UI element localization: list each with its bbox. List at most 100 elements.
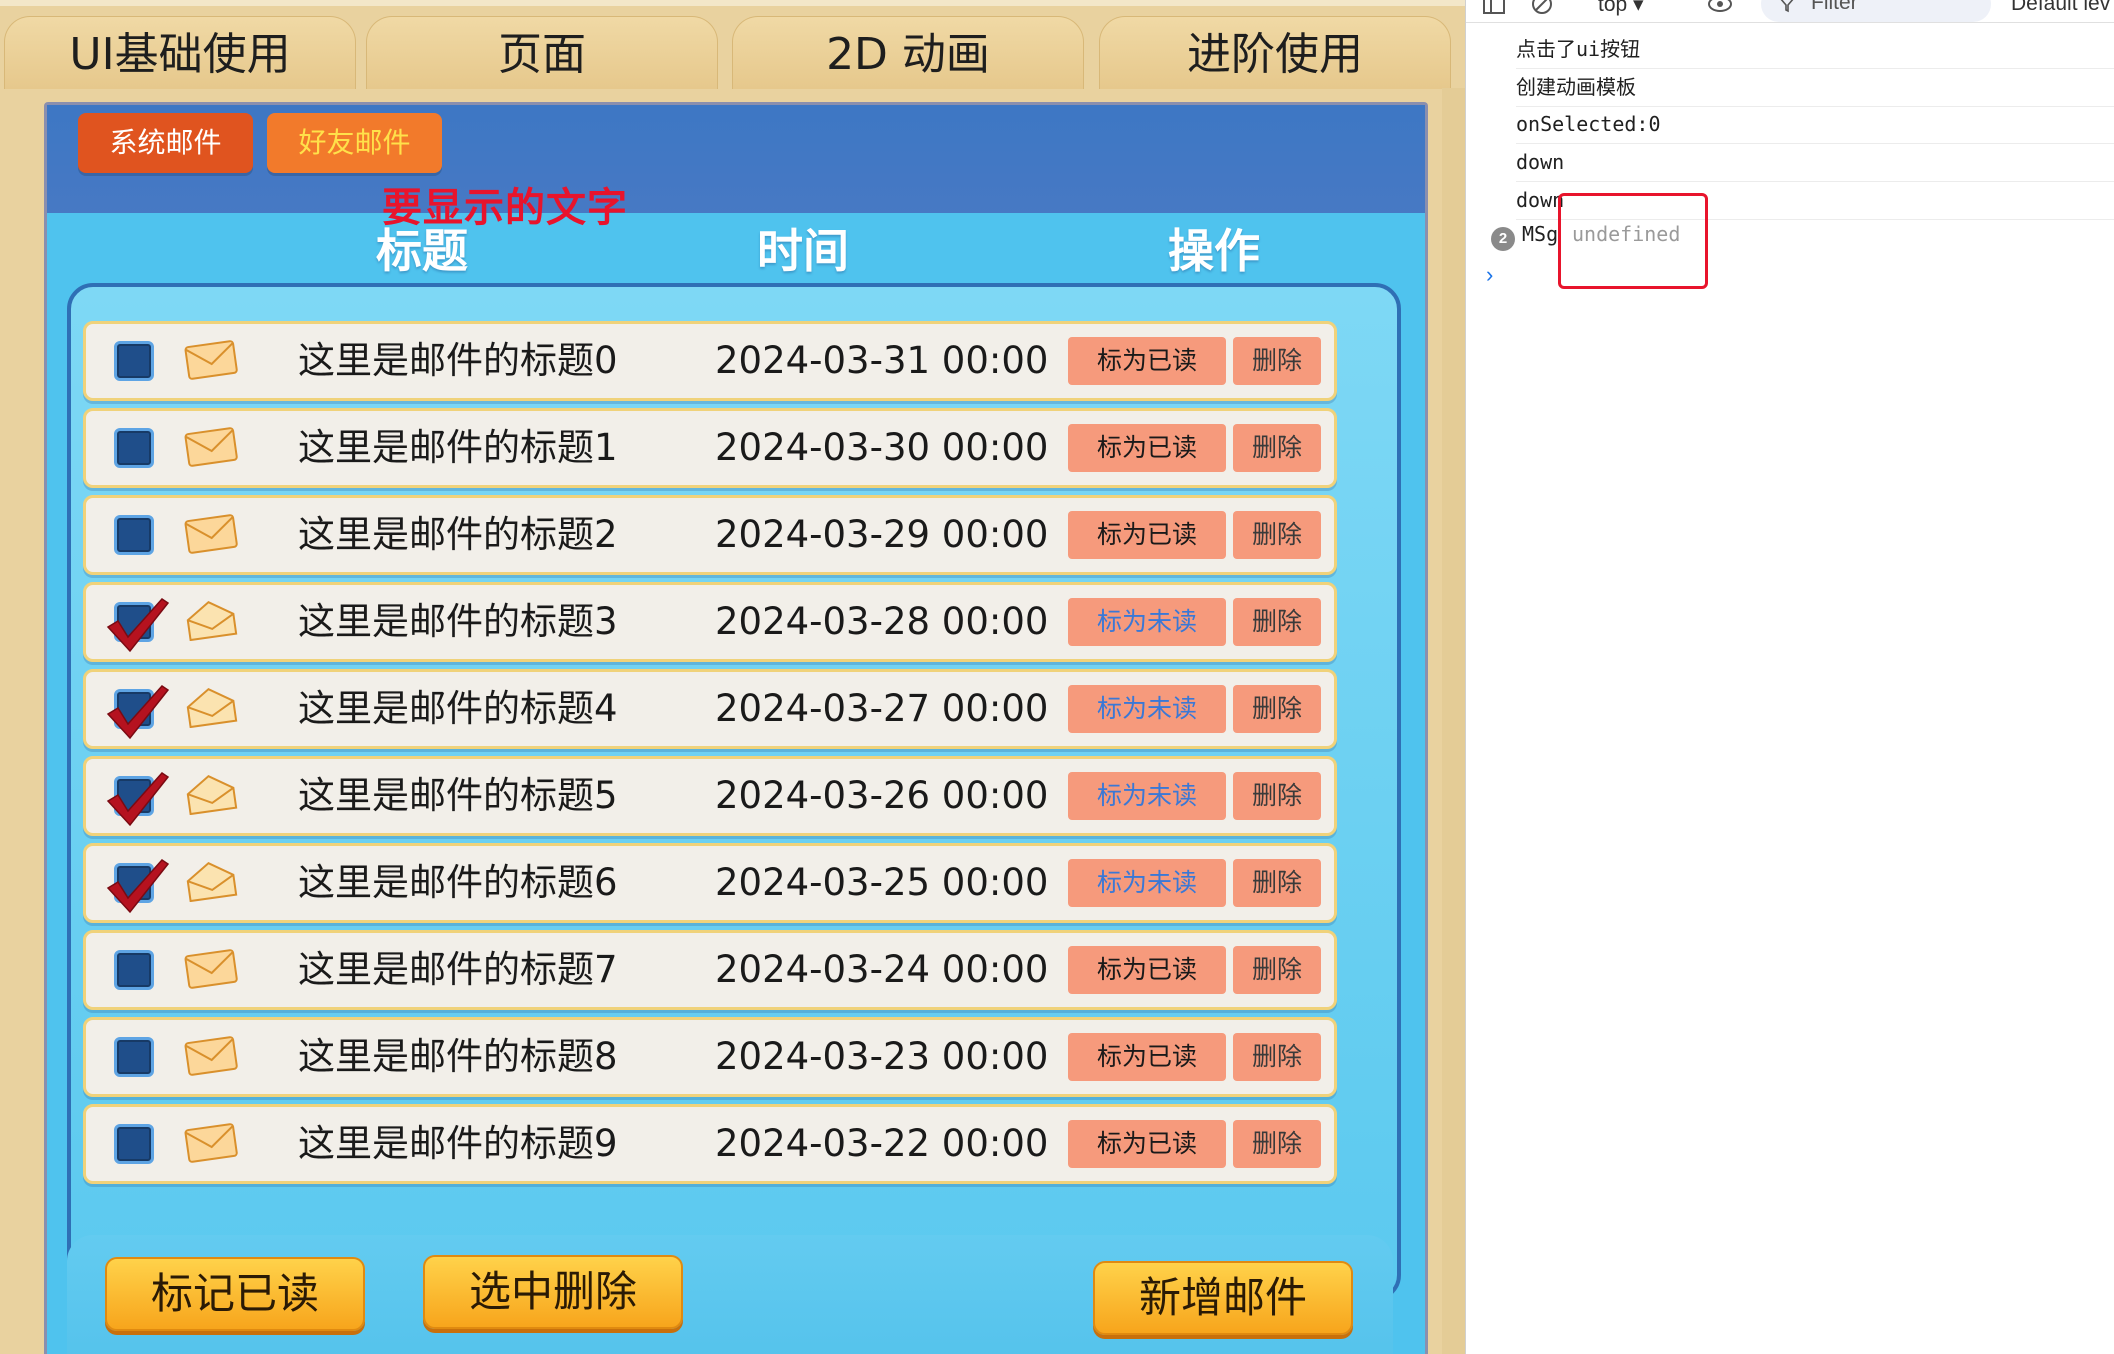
mark-unread-button[interactable]: 标为未读 [1068, 598, 1226, 646]
tab-pages[interactable]: 页面 [366, 16, 718, 89]
envelope-open-icon [186, 687, 238, 728]
mark-read-row-button[interactable]: 标为已读 [1068, 511, 1226, 559]
tab-advanced[interactable]: 进阶使用 [1099, 16, 1451, 89]
friend-mail-tab[interactable]: 好友邮件 [267, 113, 442, 173]
context-selector[interactable]: top ▾ [1598, 0, 1644, 17]
panel-side-frame [1442, 88, 1465, 1354]
mail-row[interactable]: 这里是邮件的标题7 2024-03-24 00:00 标为已读 删除 [83, 930, 1337, 1010]
highlight-annotation-box [1558, 193, 1708, 289]
mail-checkbox[interactable] [114, 515, 154, 555]
mail-title: 这里是邮件的标题1 [298, 426, 618, 469]
mail-row[interactable]: 这里是邮件的标题2 2024-03-29 00:00 标为已读 删除 [83, 495, 1337, 575]
delete-row-button[interactable]: 删除 [1233, 511, 1321, 559]
delete-row-button[interactable]: 删除 [1233, 685, 1321, 733]
mark-unread-button[interactable]: 标为未读 [1068, 772, 1226, 820]
delete-row-button[interactable]: 删除 [1233, 1120, 1321, 1168]
envelope-icon [184, 427, 238, 467]
mark-read-button[interactable]: 标记已读 [105, 1257, 365, 1331]
console-log-line: 点击了ui按钮 [1516, 31, 2114, 69]
mail-time: 2024-03-28 00:00 [715, 600, 1049, 643]
delete-row-button[interactable]: 删除 [1233, 598, 1321, 646]
mail-title: 这里是邮件的标题4 [298, 687, 618, 730]
repeat-count-badge: 2 [1491, 227, 1515, 251]
delete-row-button[interactable]: 删除 [1233, 1033, 1321, 1081]
mail-time: 2024-03-22 00:00 [715, 1122, 1049, 1165]
column-header-action: 操作 [1168, 224, 1260, 278]
mail-row[interactable]: 这里是邮件的标题5 2024-03-26 00:00 标为未读 删除 [83, 756, 1337, 836]
mark-read-row-button[interactable]: 标为已读 [1068, 946, 1226, 994]
delete-row-button[interactable]: 删除 [1233, 859, 1321, 907]
new-mail-button[interactable]: 新增邮件 [1093, 1261, 1353, 1335]
mail-row[interactable]: 这里是邮件的标题9 2024-03-22 00:00 标为已读 删除 [83, 1104, 1337, 1184]
mail-row[interactable]: 这里是邮件的标题1 2024-03-30 00:00 标为已读 删除 [83, 408, 1337, 488]
mail-title: 这里是邮件的标题3 [298, 600, 618, 643]
console-log-line: onSelected:0 [1516, 106, 2114, 144]
delete-row-button[interactable]: 删除 [1233, 337, 1321, 385]
delete-row-button[interactable]: 删除 [1233, 772, 1321, 820]
delete-row-button[interactable]: 删除 [1233, 946, 1321, 994]
mail-checkbox[interactable] [114, 602, 154, 642]
log-levels-dropdown[interactable]: Default lev [2011, 0, 2110, 16]
console-prompt-icon[interactable]: › [1486, 262, 1493, 288]
tab-ui-basics[interactable]: UI基础使用 [4, 16, 356, 89]
mail-title: 这里是邮件的标题2 [298, 513, 618, 556]
mail-time: 2024-03-25 00:00 [715, 861, 1049, 904]
eye-icon[interactable] [1706, 0, 1734, 18]
mail-panel-header: 系统邮件 好友邮件 [47, 105, 1425, 213]
envelope-icon [184, 340, 238, 380]
mark-unread-button[interactable]: 标为未读 [1068, 685, 1226, 733]
game-canvas: UI基础使用 页面 2D 动画 进阶使用 系统邮件 好友邮件 标题 时间 操作 … [0, 0, 1465, 1354]
mail-time: 2024-03-27 00:00 [715, 687, 1049, 730]
mail-checkbox[interactable] [114, 689, 154, 729]
delete-selected-button[interactable]: 选中删除 [423, 1255, 683, 1329]
mark-unread-button[interactable]: 标为未读 [1068, 859, 1226, 907]
devtools-console: top ▾ Filter Default lev 点击了ui按钮 创建动画模板 … [1465, 0, 2114, 1354]
envelope-icon [184, 949, 238, 989]
mail-title: 这里是邮件的标题8 [298, 1035, 618, 1078]
mail-row[interactable]: 这里是邮件的标题3 2024-03-28 00:00 标为未读 删除 [83, 582, 1337, 662]
mail-title: 这里是邮件的标题6 [298, 861, 618, 904]
delete-row-button[interactable]: 删除 [1233, 424, 1321, 472]
envelope-open-icon [186, 774, 238, 815]
sidebar-toggle-icon[interactable] [1480, 0, 1508, 18]
envelope-icon [184, 514, 238, 554]
top-tab-bar: UI基础使用 页面 2D 动画 进阶使用 [0, 0, 1465, 89]
mail-title: 这里是邮件的标题7 [298, 948, 618, 991]
mail-checkbox[interactable] [114, 1124, 154, 1164]
clear-console-icon[interactable] [1528, 0, 1556, 18]
mark-read-row-button[interactable]: 标为已读 [1068, 1033, 1226, 1081]
mail-checkbox[interactable] [114, 428, 154, 468]
console-log-line: down [1516, 144, 2114, 182]
mail-row[interactable]: 这里是邮件的标题8 2024-03-23 00:00 标为已读 删除 [83, 1017, 1337, 1097]
console-log-line: 创建动画模板 [1516, 69, 2114, 107]
mail-time: 2024-03-24 00:00 [715, 948, 1049, 991]
console-toolbar: top ▾ Filter Default lev [1466, 0, 2114, 23]
tab-2d-animation[interactable]: 2D 动画 [732, 16, 1084, 89]
mail-time: 2024-03-30 00:00 [715, 426, 1049, 469]
mail-time: 2024-03-26 00:00 [715, 774, 1049, 817]
mail-checkbox[interactable] [114, 863, 154, 903]
mark-read-row-button[interactable]: 标为已读 [1068, 1120, 1226, 1168]
mail-checkbox[interactable] [114, 950, 154, 990]
console-msg-label: MSg [1522, 222, 1559, 246]
mail-checkbox[interactable] [114, 341, 154, 381]
mark-read-row-button[interactable]: 标为已读 [1068, 337, 1226, 385]
overlay-label: 要显示的文字 [382, 185, 628, 231]
mail-time: 2024-03-31 00:00 [715, 339, 1049, 382]
envelope-open-icon [186, 861, 238, 902]
mail-row[interactable]: 这里是邮件的标题6 2024-03-25 00:00 标为未读 删除 [83, 843, 1337, 923]
envelope-icon [184, 1123, 238, 1163]
column-header-time: 时间 [757, 224, 849, 278]
mail-row[interactable]: 这里是邮件的标题0 2024-03-31 00:00 标为已读 删除 [83, 321, 1337, 401]
mail-title: 这里是邮件的标题9 [298, 1122, 618, 1165]
filter-input[interactable]: Filter [1761, 0, 1991, 22]
mail-checkbox[interactable] [114, 776, 154, 816]
mail-checkbox[interactable] [114, 1037, 154, 1077]
mail-title: 这里是邮件的标题5 [298, 774, 618, 817]
mail-row[interactable]: 这里是邮件的标题4 2024-03-27 00:00 标为未读 删除 [83, 669, 1337, 749]
mail-time: 2024-03-29 00:00 [715, 513, 1049, 556]
mail-time: 2024-03-23 00:00 [715, 1035, 1049, 1078]
filter-placeholder: Filter [1811, 0, 1858, 14]
mark-read-row-button[interactable]: 标为已读 [1068, 424, 1226, 472]
system-mail-tab[interactable]: 系统邮件 [78, 113, 253, 173]
